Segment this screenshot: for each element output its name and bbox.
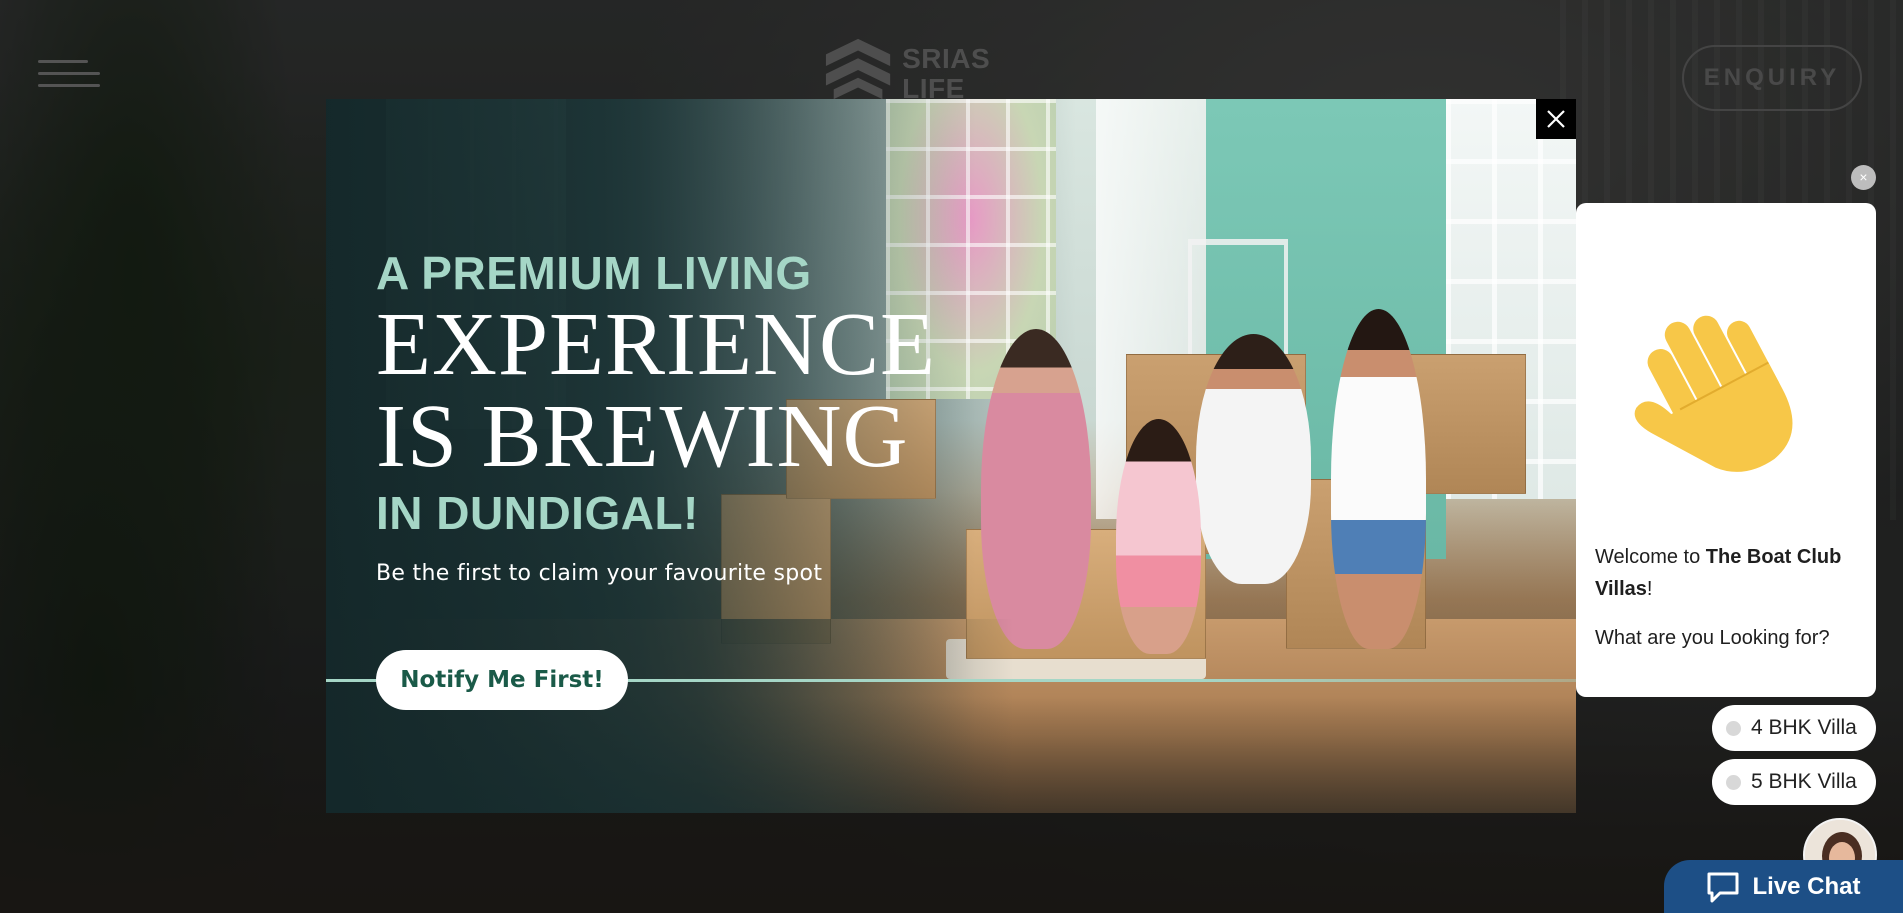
chat-option-label: 5 BHK Villa xyxy=(1751,770,1857,793)
modal-close-button[interactable] xyxy=(1536,99,1576,139)
chat-question: What are you Looking for? xyxy=(1595,627,1830,649)
promo-subtitle: Be the first to claim your favourite spo… xyxy=(376,561,823,586)
chat-welcome-text: Welcome to The Boat Club Villas! xyxy=(1595,541,1865,605)
chat-option-5bhk[interactable]: 5 BHK Villa xyxy=(1712,759,1876,805)
headline-experience: EXPERIENCE xyxy=(376,295,936,394)
chat-bubble-icon xyxy=(1707,872,1739,902)
live-chat-label: Live Chat xyxy=(1752,872,1861,900)
chat-dismiss-button[interactable]: × xyxy=(1851,165,1876,190)
waving-hand-icon xyxy=(1634,315,1793,472)
notify-me-button[interactable]: Notify Me First! xyxy=(376,650,628,710)
headline-top: A PREMIUM LIVING xyxy=(376,247,812,299)
welcome-suffix: ! xyxy=(1646,578,1653,600)
welcome-prefix: Welcome to xyxy=(1595,546,1706,568)
chat-welcome-card: Welcome to The Boat Club Villas! What ar… xyxy=(1576,203,1876,697)
headline-brewing: IS BREWING xyxy=(376,387,909,486)
headline-location: IN DUNDIGAL! xyxy=(376,487,699,539)
radio-dot-icon xyxy=(1726,774,1741,790)
live-chat-button[interactable]: Live Chat xyxy=(1664,860,1903,913)
close-icon xyxy=(1547,110,1565,128)
promo-headline: A PREMIUM LIVING EXPERIENCE IS BREWING I… xyxy=(376,247,936,586)
chat-option-4bhk[interactable]: 4 BHK Villa xyxy=(1712,705,1876,751)
radio-dot-icon xyxy=(1726,720,1741,736)
promo-modal: A PREMIUM LIVING EXPERIENCE IS BREWING I… xyxy=(326,99,1576,813)
chat-option-label: 4 BHK Villa xyxy=(1751,716,1857,739)
